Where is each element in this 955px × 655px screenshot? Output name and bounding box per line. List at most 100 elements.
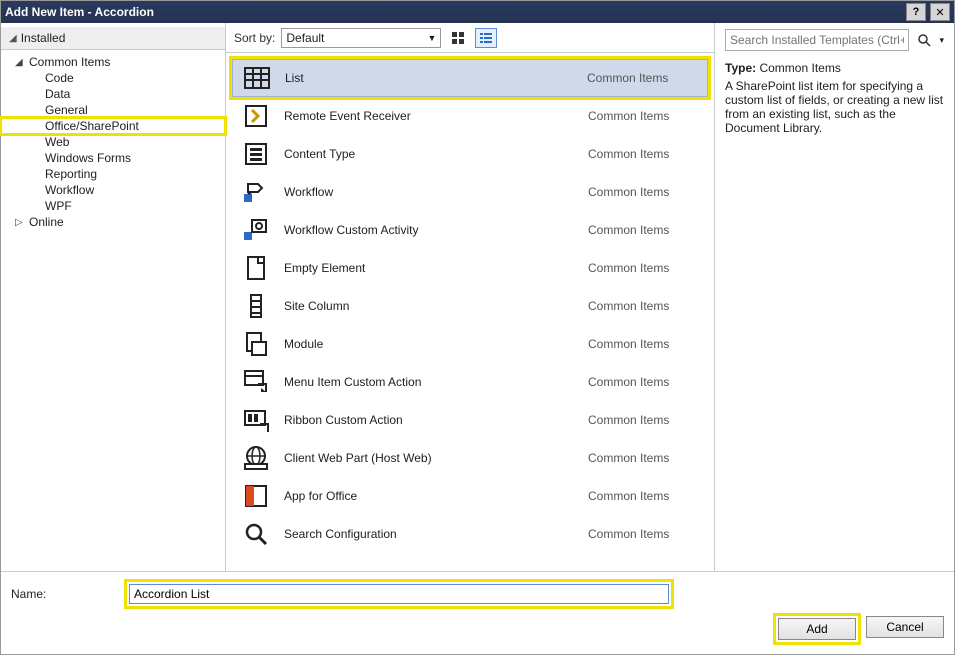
top-section: ◢ Installed ◢ Common Items Code Data Gen…: [1, 23, 954, 571]
template-name: App for Office: [284, 489, 574, 503]
sort-combo[interactable]: Default ▼: [281, 28, 441, 48]
template-row-workflow-activity[interactable]: Workflow Custom Activity Common Items: [232, 211, 708, 249]
template-category: Common Items: [588, 375, 698, 389]
template-row-site-column[interactable]: Site Column Common Items: [232, 287, 708, 325]
chevron-down-icon: ◢: [15, 57, 25, 68]
workflow-icon: [242, 178, 270, 206]
template-list[interactable]: List Common Items Remote Event Receiver …: [226, 53, 714, 571]
type-value: Common Items: [759, 61, 840, 75]
window-title: Add New Item - Accordion: [5, 5, 902, 19]
sort-label: Sort by:: [234, 31, 275, 45]
template-row-search-config[interactable]: Search Configuration Common Items: [232, 515, 708, 553]
close-button[interactable]: ✕: [930, 3, 950, 21]
tree-root-label: Installed: [21, 31, 66, 45]
name-row: Name:: [11, 582, 944, 606]
description-pane: Type: Common Items A SharePoint list ite…: [725, 61, 944, 135]
tree-item-online[interactable]: ▷ Online: [1, 214, 225, 230]
template-row-menu-item[interactable]: Menu Item Custom Action Common Items: [232, 363, 708, 401]
template-name: List: [285, 71, 573, 85]
template-row-client-web-part[interactable]: Client Web Part (Host Web) Common Items: [232, 439, 708, 477]
site-column-icon: [242, 292, 270, 320]
chevron-down-icon: ◢: [9, 33, 17, 44]
search-input[interactable]: [725, 29, 909, 51]
tree-item-data[interactable]: Data: [1, 86, 225, 102]
view-details-button[interactable]: [475, 28, 497, 48]
tree-item-general[interactable]: General: [1, 102, 225, 118]
empty-element-icon: [242, 254, 270, 282]
event-icon: [242, 102, 270, 130]
grid-large-icon: [451, 31, 465, 45]
tree-item-office-sharepoint[interactable]: Office/SharePoint: [1, 118, 225, 134]
description-text: A SharePoint list item for specifying a …: [725, 79, 944, 135]
template-category: Common Items: [588, 109, 698, 123]
template-name: Site Column: [284, 299, 574, 313]
tree-item-windows-forms[interactable]: Windows Forms: [1, 150, 225, 166]
template-category: Common Items: [588, 527, 698, 541]
view-large-icons-button[interactable]: [447, 28, 469, 48]
template-row-empty-element[interactable]: Empty Element Common Items: [232, 249, 708, 287]
dialog-body: ◢ Installed ◢ Common Items Code Data Gen…: [1, 23, 954, 654]
template-category: Common Items: [588, 223, 698, 237]
template-category: Common Items: [588, 451, 698, 465]
list-icon: [243, 64, 271, 92]
content-type-icon: [242, 140, 270, 168]
template-row-app-for-office[interactable]: App for Office Common Items: [232, 477, 708, 515]
template-row-workflow[interactable]: Workflow Common Items: [232, 173, 708, 211]
type-label: Type:: [725, 61, 756, 75]
add-button[interactable]: Add: [778, 618, 856, 640]
template-row-module[interactable]: Module Common Items: [232, 325, 708, 363]
ribbon-action-icon: [242, 406, 270, 434]
title-bar: Add New Item - Accordion ? ✕: [1, 1, 954, 23]
tree-item-workflow[interactable]: Workflow: [1, 182, 225, 198]
search-icon: [242, 520, 270, 548]
chevron-down-icon: ▼: [427, 33, 436, 43]
tree-list: ◢ Common Items Code Data General Office/…: [1, 50, 225, 234]
search-row: ▾: [725, 29, 944, 51]
name-input[interactable]: [129, 584, 669, 604]
module-icon: [242, 330, 270, 358]
tree-root-installed[interactable]: ◢ Installed: [1, 27, 225, 50]
template-category: Common Items: [587, 71, 697, 85]
tree-item-web[interactable]: Web: [1, 134, 225, 150]
template-category: Common Items: [588, 147, 698, 161]
tree-item-reporting[interactable]: Reporting: [1, 166, 225, 182]
template-row-remote-event[interactable]: Remote Event Receiver Common Items: [232, 97, 708, 135]
template-name: Module: [284, 337, 574, 351]
chevron-down-icon[interactable]: ▾: [939, 35, 944, 46]
template-category: Common Items: [588, 299, 698, 313]
center-pane: Sort by: Default ▼: [226, 23, 714, 571]
cancel-button[interactable]: Cancel: [866, 616, 944, 638]
dialog-window: Add New Item - Accordion ? ✕ ◢ Installed…: [0, 0, 955, 655]
magnifier-icon: [917, 33, 931, 47]
template-row-list[interactable]: List Common Items: [232, 59, 708, 97]
template-name: Content Type: [284, 147, 574, 161]
menu-action-icon: [242, 368, 270, 396]
web-part-icon: [242, 444, 270, 472]
help-button[interactable]: ?: [906, 3, 926, 21]
bottom-bar: Name: Add Cancel: [1, 571, 954, 654]
search-button[interactable]: [915, 31, 933, 49]
chevron-right-icon: ▷: [15, 217, 25, 228]
button-row: Add Cancel: [11, 616, 944, 642]
template-category: Common Items: [588, 489, 698, 503]
workflow-activity-icon: [242, 216, 270, 244]
template-name: Client Web Part (Host Web): [284, 451, 574, 465]
template-row-ribbon-action[interactable]: Ribbon Custom Action Common Items: [232, 401, 708, 439]
template-category: Common Items: [588, 261, 698, 275]
template-category: Common Items: [588, 337, 698, 351]
template-name: Menu Item Custom Action: [284, 375, 574, 389]
toolbar: Sort by: Default ▼: [226, 23, 714, 53]
list-icon: [479, 31, 493, 45]
template-name: Workflow Custom Activity: [284, 223, 574, 237]
sort-value: Default: [286, 31, 324, 45]
right-pane: ▾ Type: Common Items A SharePoint list i…: [714, 23, 954, 571]
tree-pane: ◢ Installed ◢ Common Items Code Data Gen…: [1, 23, 226, 571]
tree-item-wpf[interactable]: WPF: [1, 198, 225, 214]
tree-item-common-items[interactable]: ◢ Common Items: [1, 54, 225, 70]
template-row-content-type[interactable]: Content Type Common Items: [232, 135, 708, 173]
template-category: Common Items: [588, 185, 698, 199]
tree-item-code[interactable]: Code: [1, 70, 225, 86]
template-name: Workflow: [284, 185, 574, 199]
template-name: Search Configuration: [284, 527, 574, 541]
template-name: Ribbon Custom Action: [284, 413, 574, 427]
